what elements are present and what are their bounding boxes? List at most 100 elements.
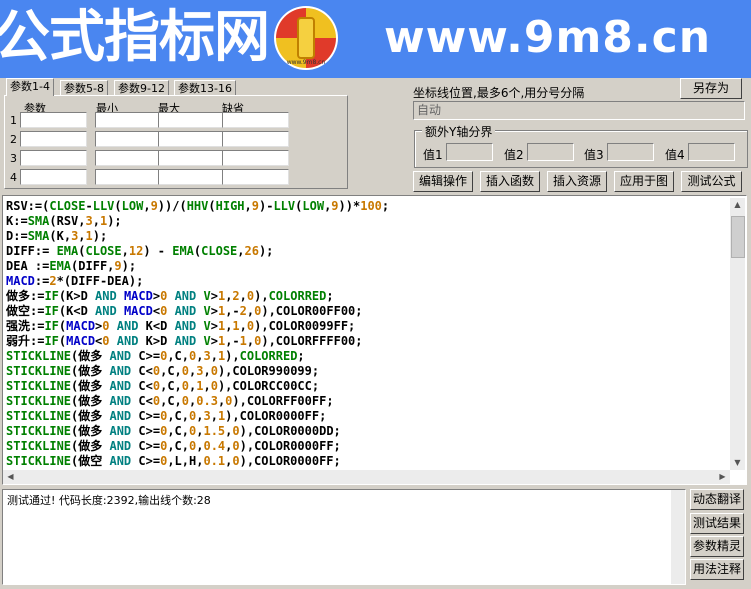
- code-line[interactable]: STICKLINE(做多 AND C<0,C,0,1,0),COLORCC00C…: [6, 379, 389, 394]
- code-token: 3: [85, 214, 93, 228]
- code-token: C>=: [131, 424, 161, 438]
- code-token: (RSV,: [49, 214, 86, 228]
- usage-notes-button[interactable]: 用法注释: [690, 559, 744, 580]
- code-token: (做多: [71, 439, 110, 453]
- code-token: AND: [109, 454, 132, 468]
- code-token: (: [78, 244, 86, 258]
- editor-vertical-scrollbar[interactable]: ▲ ▼: [730, 198, 745, 470]
- editor-horizontal-scrollbar[interactable]: ◀ ▶: [3, 470, 730, 484]
- code-token: MACD: [6, 274, 35, 288]
- code-token: C>=: [131, 409, 161, 423]
- code-token: ,: [239, 319, 247, 333]
- code-line[interactable]: DEA :=EMA(DIFF,9);: [6, 259, 389, 274]
- code-token: 100: [360, 199, 382, 213]
- param-default-input-3[interactable]: [222, 150, 289, 166]
- code-line[interactable]: D:=SMA(K,3,1);: [6, 229, 389, 244]
- code-token: 3: [203, 349, 211, 363]
- param-param-input-1[interactable]: [20, 112, 87, 128]
- param-min-input-4[interactable]: [95, 169, 162, 185]
- param-min-input-3[interactable]: [95, 150, 162, 166]
- tab-params-13-16[interactable]: 参数13-16: [174, 80, 236, 96]
- code-token: 9: [251, 199, 259, 213]
- scroll-thumb[interactable]: [731, 216, 745, 258]
- code-line[interactable]: DIFF:= EMA(CLOSE,12) - EMA(CLOSE,26);: [6, 244, 389, 259]
- param-param-input-2[interactable]: [20, 131, 87, 147]
- dynamic-translate-button[interactable]: 动态翻译: [690, 489, 744, 510]
- code-token: SMA: [27, 229, 50, 243]
- code-line[interactable]: STICKLINE(做多 AND C<0,C,0,3,0),COLOR99009…: [6, 364, 389, 379]
- code-line[interactable]: STICKLINE(做多 AND C>=0,C,0,0.4,0),COLOR00…: [6, 439, 389, 454]
- code-line[interactable]: 弱升:=IF(MACD<0 AND K>D AND V>1,-1,0),COLO…: [6, 334, 389, 349]
- code-token: *(DIFF-DEA);: [56, 274, 144, 288]
- extra-y-input-4[interactable]: [688, 143, 735, 161]
- scroll-down-icon[interactable]: ▼: [730, 456, 745, 470]
- code-token: >: [210, 319, 218, 333]
- extra-y-label-1: 值1: [423, 148, 443, 162]
- tab-params-1-4[interactable]: 参数1-4: [6, 78, 54, 96]
- param-max-input-2[interactable]: [158, 131, 225, 147]
- code-line[interactable]: 做多:=IF(K>D AND MACD>0 AND V>1,2,0),COLOR…: [6, 289, 389, 304]
- param-min-input-2[interactable]: [95, 131, 162, 147]
- param-row-number: 4: [10, 171, 17, 184]
- code-token: LOW: [302, 199, 325, 213]
- code-line[interactable]: 做空:=IF(K<D AND MACD<0 AND V>1,-2,0),COLO…: [6, 304, 389, 319]
- param-default-input-1[interactable]: [222, 112, 289, 128]
- code-token: AND: [95, 304, 117, 318]
- apply-to-chart-button[interactable]: 应用于图: [614, 171, 674, 192]
- code-token: 0: [102, 334, 110, 348]
- param-max-input-1[interactable]: [158, 112, 225, 128]
- code-token: >: [152, 289, 161, 303]
- code-token: (做多: [71, 394, 110, 408]
- test-result-button[interactable]: 测试结果: [690, 513, 744, 534]
- code-editor[interactable]: RSV:=(CLOSE-LLV(LOW,9))/(HHV(HIGH,9)-LLV…: [2, 195, 747, 485]
- code-line[interactable]: STICKLINE(做多 AND C>=0,C,0,1.5,0),COLOR00…: [6, 424, 389, 439]
- param-max-input-3[interactable]: [158, 150, 225, 166]
- code-line[interactable]: K:=SMA(RSV,3,1);: [6, 214, 389, 229]
- param-default-input-2[interactable]: [222, 131, 289, 147]
- tab-params-5-8[interactable]: 参数5-8: [60, 80, 108, 96]
- output-vertical-scrollbar[interactable]: [671, 490, 685, 584]
- save-as-button[interactable]: 另存为: [680, 78, 742, 99]
- code-line[interactable]: RSV:=(CLOSE-LLV(LOW,9))/(HHV(HIGH,9)-LLV…: [6, 199, 389, 214]
- code-line[interactable]: STICKLINE(做多 AND C>=0,C,0,3,1),COLORRED;: [6, 349, 389, 364]
- insert-function-button[interactable]: 插入函数: [480, 171, 540, 192]
- code-token: )-: [259, 199, 274, 213]
- edit-operation-button[interactable]: 编辑操作: [413, 171, 473, 192]
- code-token: );: [92, 229, 108, 243]
- code-token: ),: [254, 289, 269, 303]
- param-wizard-button[interactable]: 参数精灵: [690, 536, 744, 557]
- code-token: 9: [114, 259, 122, 273]
- code-content[interactable]: RSV:=(CLOSE-LLV(LOW,9))/(HHV(HIGH,9)-LLV…: [6, 199, 389, 469]
- code-token: ))*: [338, 199, 361, 213]
- scroll-right-icon[interactable]: ▶: [715, 470, 730, 484]
- code-line[interactable]: STICKLINE(做空 AND C>=0,L,H,0.1,0),COLOR00…: [6, 454, 389, 469]
- param-param-input-4[interactable]: [20, 169, 87, 185]
- code-line[interactable]: 强洗:=IF(MACD>0 AND K<D AND V>1,1,0),COLOR…: [6, 319, 389, 334]
- code-token: AND: [109, 349, 132, 363]
- code-line[interactable]: STICKLINE(做多 AND C<0,C,0,0.3,0),COLORFF0…: [6, 394, 389, 409]
- param-max-input-4[interactable]: [158, 169, 225, 185]
- param-param-input-3[interactable]: [20, 150, 87, 166]
- code-token: ,: [237, 244, 245, 258]
- code-token: ),COLOR990099;: [217, 364, 320, 378]
- code-line[interactable]: STICKLINE(做多 AND C>=0,C,0,3,1),COLOR0000…: [6, 409, 389, 424]
- code-token: ))/(: [157, 199, 187, 213]
- extra-y-input-1[interactable]: [446, 143, 493, 161]
- scroll-up-icon[interactable]: ▲: [730, 198, 745, 212]
- insert-resource-button[interactable]: 插入资源: [547, 171, 607, 192]
- scroll-left-icon[interactable]: ◀: [3, 470, 18, 484]
- test-formula-button[interactable]: 测试公式: [681, 171, 742, 192]
- param-row-number: 3: [10, 152, 17, 165]
- extra-y-input-2[interactable]: [527, 143, 574, 161]
- code-line[interactable]: MACD:=2*(DIFF-DEA);: [6, 274, 389, 289]
- axis-input[interactable]: 自动: [413, 101, 745, 120]
- tab-params-9-12[interactable]: 参数9-12: [114, 80, 169, 96]
- code-token: ,: [78, 229, 86, 243]
- param-min-input-1[interactable]: [95, 112, 162, 128]
- param-default-input-4[interactable]: [222, 169, 289, 185]
- code-token: AND: [174, 319, 197, 333]
- code-token: 0.3: [196, 394, 218, 408]
- extra-y-input-3[interactable]: [607, 143, 654, 161]
